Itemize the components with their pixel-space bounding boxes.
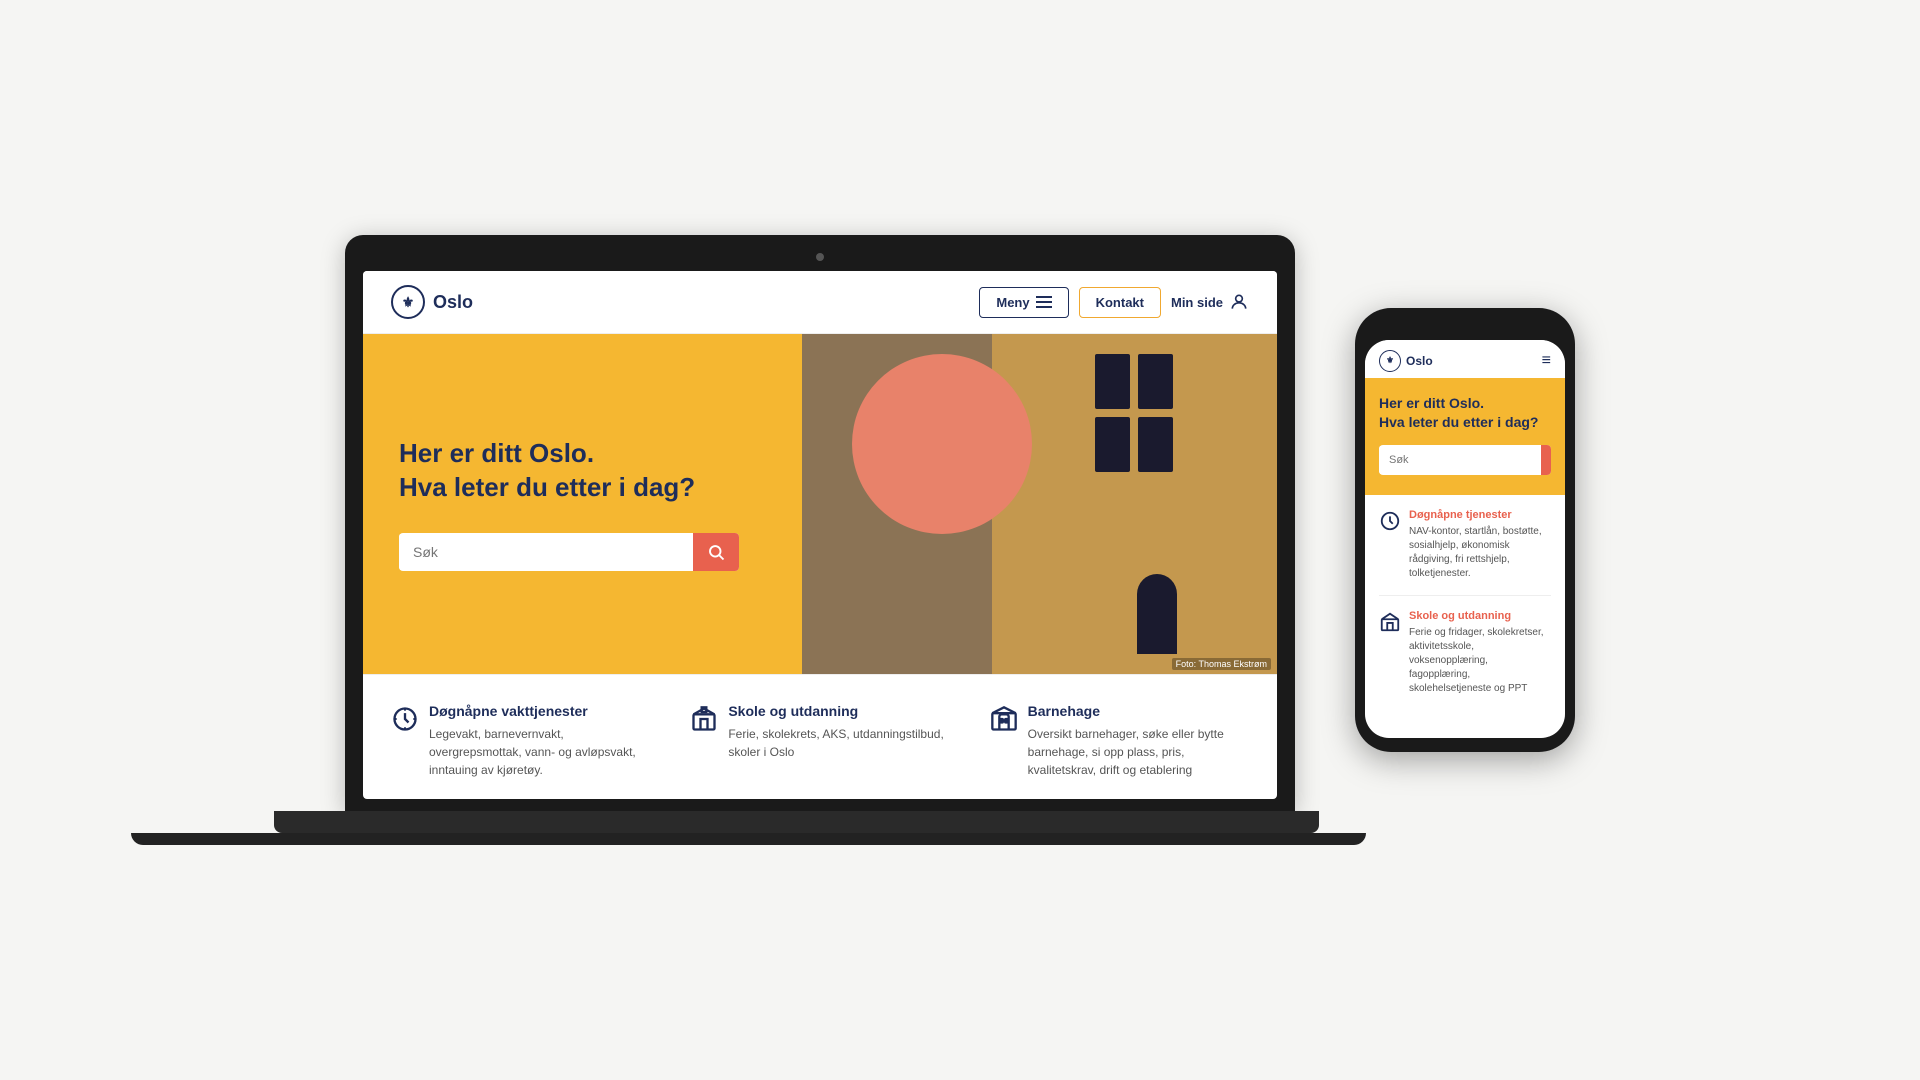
- hero-headline-line2: Hva leter du etter i dag?: [399, 472, 695, 502]
- phone-clock-icon: [1379, 510, 1401, 532]
- category-skole-title: Skole og utdanning: [728, 703, 949, 719]
- phone-notch: [1425, 322, 1505, 332]
- category-barnehage[interactable]: Barnehage Oversikt barnehager, søke elle…: [990, 703, 1249, 779]
- user-icon: [1229, 292, 1249, 312]
- laptop-base: [274, 811, 1319, 833]
- category-vakt[interactable]: Døgnåpne vakttjenester Legevakt, barneve…: [391, 703, 650, 779]
- window-3: [1095, 417, 1130, 472]
- phone-logo-text: Oslo: [1406, 354, 1433, 368]
- laptop-device: ⚜ Oslo Meny Kontakt Min side: [345, 235, 1295, 845]
- category-vakt-desc: Legevakt, barnevernvakt, overgrepsmottak…: [429, 725, 650, 779]
- phone-school-icon: [1379, 611, 1401, 633]
- phone-screen: ⚜ Oslo ≡ Her er ditt Oslo.Hva leter du e…: [1365, 340, 1565, 739]
- phone-cat-dognapne-text: Døgnåpne tjenester NAV-kontor, startlån,…: [1409, 509, 1551, 581]
- hero-section: Her er ditt Oslo. Hva leter du etter i d…: [363, 334, 1277, 674]
- window-4: [1138, 417, 1173, 472]
- nav-buttons: Meny Kontakt Min side: [979, 287, 1249, 318]
- oslo-crest-icon: ⚜: [391, 285, 425, 319]
- category-barnehage-title: Barnehage: [1028, 703, 1249, 719]
- site-nav: ⚜ Oslo Meny Kontakt Min side: [363, 271, 1277, 334]
- hero-person-silhouette: [1137, 574, 1177, 654]
- photo-credit: Foto: Thomas Ekstrøm: [1172, 658, 1271, 670]
- category-skole-desc: Ferie, skolekrets, AKS, utdanningstilbud…: [728, 725, 949, 761]
- camera-dot: [816, 253, 824, 261]
- phone-cat-skole-text: Skole og utdanning Ferie og fridager, sk…: [1409, 610, 1551, 696]
- phone-logo: ⚜ Oslo: [1379, 350, 1433, 372]
- category-skole-text: Skole og utdanning Ferie, skolekrets, AK…: [728, 703, 949, 779]
- hero-image-panel: Foto: Thomas Ekstrøm: [802, 334, 1277, 674]
- phone-hero-headline: Her er ditt Oslo.Hva leter du etter i da…: [1379, 394, 1551, 432]
- search-bar[interactable]: [399, 533, 739, 571]
- phone-device: ⚜ Oslo ≡ Her er ditt Oslo.Hva leter du e…: [1355, 308, 1575, 753]
- clock-icon: [391, 705, 419, 733]
- phone-cat-skole-title: Skole og utdanning: [1409, 610, 1551, 622]
- category-vakt-text: Døgnåpne vakttjenester Legevakt, barneve…: [429, 703, 650, 779]
- window-2: [1138, 354, 1173, 409]
- school-icon: [690, 705, 718, 733]
- hero-headline: Her er ditt Oslo. Hva leter du etter i d…: [399, 437, 766, 505]
- laptop-bezel: ⚜ Oslo Meny Kontakt Min side: [345, 235, 1295, 811]
- phone-hamburger-icon[interactable]: ≡: [1542, 352, 1551, 370]
- window-1: [1095, 354, 1130, 409]
- categories-section: Døgnåpne vakttjenester Legevakt, barneve…: [363, 674, 1277, 799]
- kontakt-button[interactable]: Kontakt: [1079, 287, 1161, 318]
- laptop-screen: ⚜ Oslo Meny Kontakt Min side: [363, 271, 1277, 799]
- minside-button[interactable]: Min side: [1171, 292, 1249, 312]
- phone-categories: Døgnåpne tjenester NAV-kontor, startlån,…: [1365, 495, 1565, 738]
- minside-label: Min side: [1171, 295, 1223, 310]
- site-logo: ⚜ Oslo: [391, 285, 473, 319]
- site-logo-text: Oslo: [433, 292, 473, 313]
- phone-search-button[interactable]: [1541, 445, 1551, 475]
- meny-button[interactable]: Meny: [979, 287, 1068, 318]
- category-skole[interactable]: Skole og utdanning Ferie, skolekrets, AK…: [690, 703, 949, 779]
- phone-search-bar[interactable]: [1379, 445, 1551, 475]
- hero-headline-line1: Her er ditt Oslo.: [399, 438, 594, 468]
- hero-decorative-circle: [852, 354, 1032, 534]
- hero-building-bg: [992, 334, 1277, 674]
- phone-cat-dognapne[interactable]: Døgnåpne tjenester NAV-kontor, startlån,…: [1379, 509, 1551, 596]
- hamburger-icon: [1036, 296, 1052, 308]
- phone-crest-icon: ⚜: [1379, 350, 1401, 372]
- phone-cat-dognapne-desc: NAV-kontor, startlån, bostøtte, sosialhj…: [1409, 525, 1551, 581]
- laptop-foot: [131, 833, 1366, 845]
- phone-nav: ⚜ Oslo ≡: [1365, 340, 1565, 378]
- search-input[interactable]: [399, 534, 693, 570]
- phone-hero: Her er ditt Oslo.Hva leter du etter i da…: [1365, 378, 1565, 496]
- phone-search-input[interactable]: [1379, 446, 1541, 474]
- category-vakt-title: Døgnåpne vakttjenester: [429, 703, 650, 719]
- hero-yellow-panel: Her er ditt Oslo. Hva leter du etter i d…: [363, 334, 802, 674]
- phone-bezel: ⚜ Oslo ≡ Her er ditt Oslo.Hva leter du e…: [1355, 308, 1575, 753]
- building-icon: [990, 705, 1018, 733]
- phone-cat-skole-desc: Ferie og fridager, skolekretser, aktivit…: [1409, 626, 1551, 696]
- kontakt-label: Kontakt: [1096, 295, 1144, 310]
- building-windows: [1095, 354, 1173, 472]
- category-barnehage-text: Barnehage Oversikt barnehager, søke elle…: [1028, 703, 1249, 779]
- category-barnehage-desc: Oversikt barnehager, søke eller bytte ba…: [1028, 725, 1249, 779]
- phone-cat-dognapne-title: Døgnåpne tjenester: [1409, 509, 1551, 521]
- phone-cat-skole[interactable]: Skole og utdanning Ferie og fridager, sk…: [1379, 610, 1551, 710]
- search-icon: [707, 543, 725, 561]
- meny-label: Meny: [996, 295, 1029, 310]
- search-button[interactable]: [693, 533, 739, 571]
